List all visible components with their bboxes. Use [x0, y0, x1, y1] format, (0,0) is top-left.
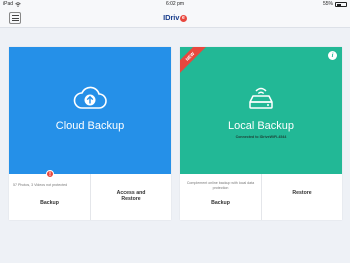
- access-restore-label: Access and Restore: [91, 190, 171, 202]
- new-ribbon: NEW: [180, 47, 209, 76]
- local-actions: Complement online backup with local data…: [180, 174, 342, 220]
- connection-status: Connected to IDriveWiFi-4544: [235, 135, 287, 139]
- info-button[interactable]: i: [328, 51, 337, 60]
- restore-label: Restore: [121, 196, 141, 202]
- cloud-upload-icon: [73, 86, 107, 109]
- status-bar: iPad 6:02 pm 55%: [0, 0, 350, 9]
- cloud-backup-button[interactable]: 57 Photos, 3 Videos not protected Backup: [9, 174, 90, 220]
- cloud-actions: 57 Photos, 3 Videos not protected Backup…: [9, 174, 171, 220]
- nav-bar: IDriv e: [0, 9, 350, 28]
- local-backup-button[interactable]: Complement online backup with local data…: [180, 174, 261, 220]
- status-time: 6:02 pm: [165, 1, 185, 7]
- local-backup-label: Backup: [211, 200, 230, 206]
- local-backup-title: Local Backup: [227, 120, 295, 132]
- access-restore-button[interactable]: Access and Restore: [90, 174, 171, 220]
- local-restore-label: Restore: [292, 190, 312, 196]
- battery-percent: 55%: [322, 1, 333, 7]
- battery-icon: [335, 2, 347, 7]
- cloud-backup-card: Cloud Backup 57 Photos, 3 Videos not pro…: [9, 47, 171, 220]
- logo-text: IDriv: [163, 13, 180, 22]
- cloud-backup-panel[interactable]: Cloud Backup: [9, 47, 171, 174]
- complement-info: Complement online backup with local data…: [186, 181, 255, 190]
- local-backup-panel[interactable]: NEW i Local Backup Connected to IDriveWi…: [180, 47, 342, 174]
- unprotected-info: 57 Photos, 3 Videos not protected: [13, 183, 68, 187]
- local-backup-card: NEW i Local Backup Connected to IDriveWi…: [180, 47, 342, 220]
- backup-label: Backup: [40, 200, 59, 206]
- alert-badge: !: [46, 170, 54, 178]
- cloud-backup-title: Cloud Backup: [55, 120, 125, 132]
- status-right: 55%: [323, 0, 347, 9]
- idrive-logo: IDriv e: [0, 13, 350, 22]
- local-restore-button[interactable]: Restore: [261, 174, 342, 220]
- logo-e-mark: e: [179, 15, 187, 22]
- wifi-drive-icon: [249, 87, 273, 109]
